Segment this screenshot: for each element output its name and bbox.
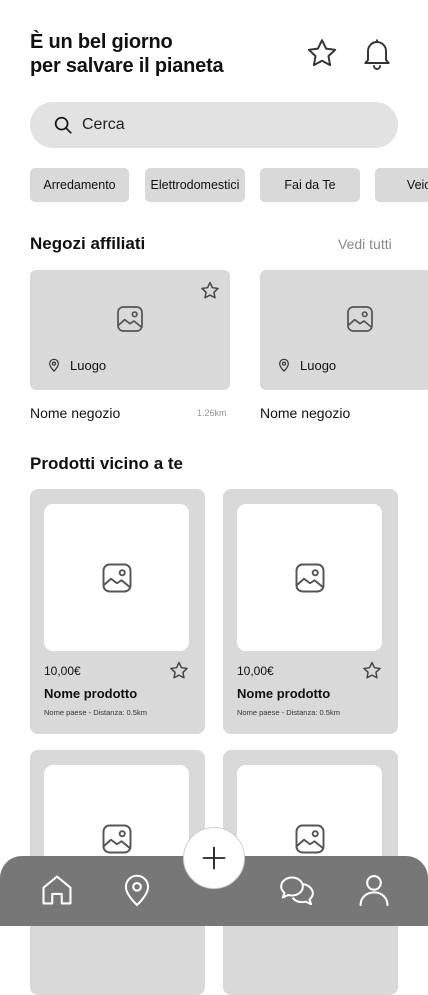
product-card[interactable]: 10,00€ Nome prodotto Nome paese - Distan… [223,489,398,734]
nav-home[interactable] [37,870,77,910]
image-placeholder-icon [344,303,376,335]
map-pin-icon [124,874,150,907]
store-card[interactable]: Luogo [260,270,428,390]
store-name: Nome negozio [260,405,351,421]
product-meta: Nome paese - Distanza: 0.5km [44,708,147,717]
star-icon [307,39,337,67]
category-chips: Arredamento Elettrodomestici Fai da Te V… [30,168,428,204]
image-placeholder-icon [98,560,136,596]
add-icon [202,846,226,870]
product-card[interactable]: 10,00€ Nome prodotto Nome paese - Distan… [30,489,205,734]
favorites-button[interactable] [302,34,342,74]
store-name: Nome negozio [30,405,121,421]
title-line-1: È un bel giorno [30,31,173,53]
store-card[interactable]: Luogo [30,270,230,390]
image-placeholder-icon [98,821,136,857]
product-name: Nome prodotto [237,686,331,701]
store-location: Luogo [276,357,336,373]
store-location: Luogo [46,357,106,373]
nav-map[interactable] [117,870,157,910]
product-photo [44,504,189,651]
search-icon [52,114,74,136]
chat-icon [280,876,314,906]
search-bar[interactable] [30,102,398,148]
add-button[interactable] [183,827,245,889]
chip-fai-da-te[interactable]: Fai da Te [260,168,360,202]
stores-section-title: Negozi affiliati [30,234,146,253]
location-pin-icon [276,357,292,373]
favorite-product-star-icon[interactable] [361,660,383,682]
store-location-label: Luogo [300,357,337,373]
product-price: 10,00€ [237,664,274,678]
notifications-button[interactable] [357,34,397,74]
nav-profile[interactable] [354,870,394,910]
store-distance: 1.26km [197,408,227,418]
location-pin-icon [46,357,62,373]
favorite-product-star-icon[interactable] [168,660,190,682]
products-section-title: Prodotti vicino a te [30,454,184,473]
page-title: È un bel giorno per salvare il pianeta [30,30,290,78]
nav-chat[interactable] [277,870,317,910]
image-placeholder-icon [291,821,329,857]
search-input[interactable] [80,115,364,135]
home-icon [42,875,72,905]
favorite-store-star-icon[interactable] [199,280,221,302]
profile-icon [359,875,389,907]
product-price: 10,00€ [44,664,81,678]
image-placeholder-icon [114,303,146,335]
product-photo [237,504,382,651]
product-meta: Nome paese - Distanza: 0.5km [237,708,340,717]
store-location-label: Luogo [70,357,107,373]
chip-elettrodomestici[interactable]: Elettrodomestici [145,168,245,202]
product-name: Nome prodotto [44,686,138,701]
title-line-2: per salvare il pianeta [30,55,224,77]
chip-veicoli[interactable]: Veicoli [375,168,428,202]
image-placeholder-icon [291,560,329,596]
chip-arredamento[interactable]: Arredamento [30,168,129,202]
bell-icon [364,39,390,70]
see-all-link[interactable]: Vedi tutti [338,236,392,252]
